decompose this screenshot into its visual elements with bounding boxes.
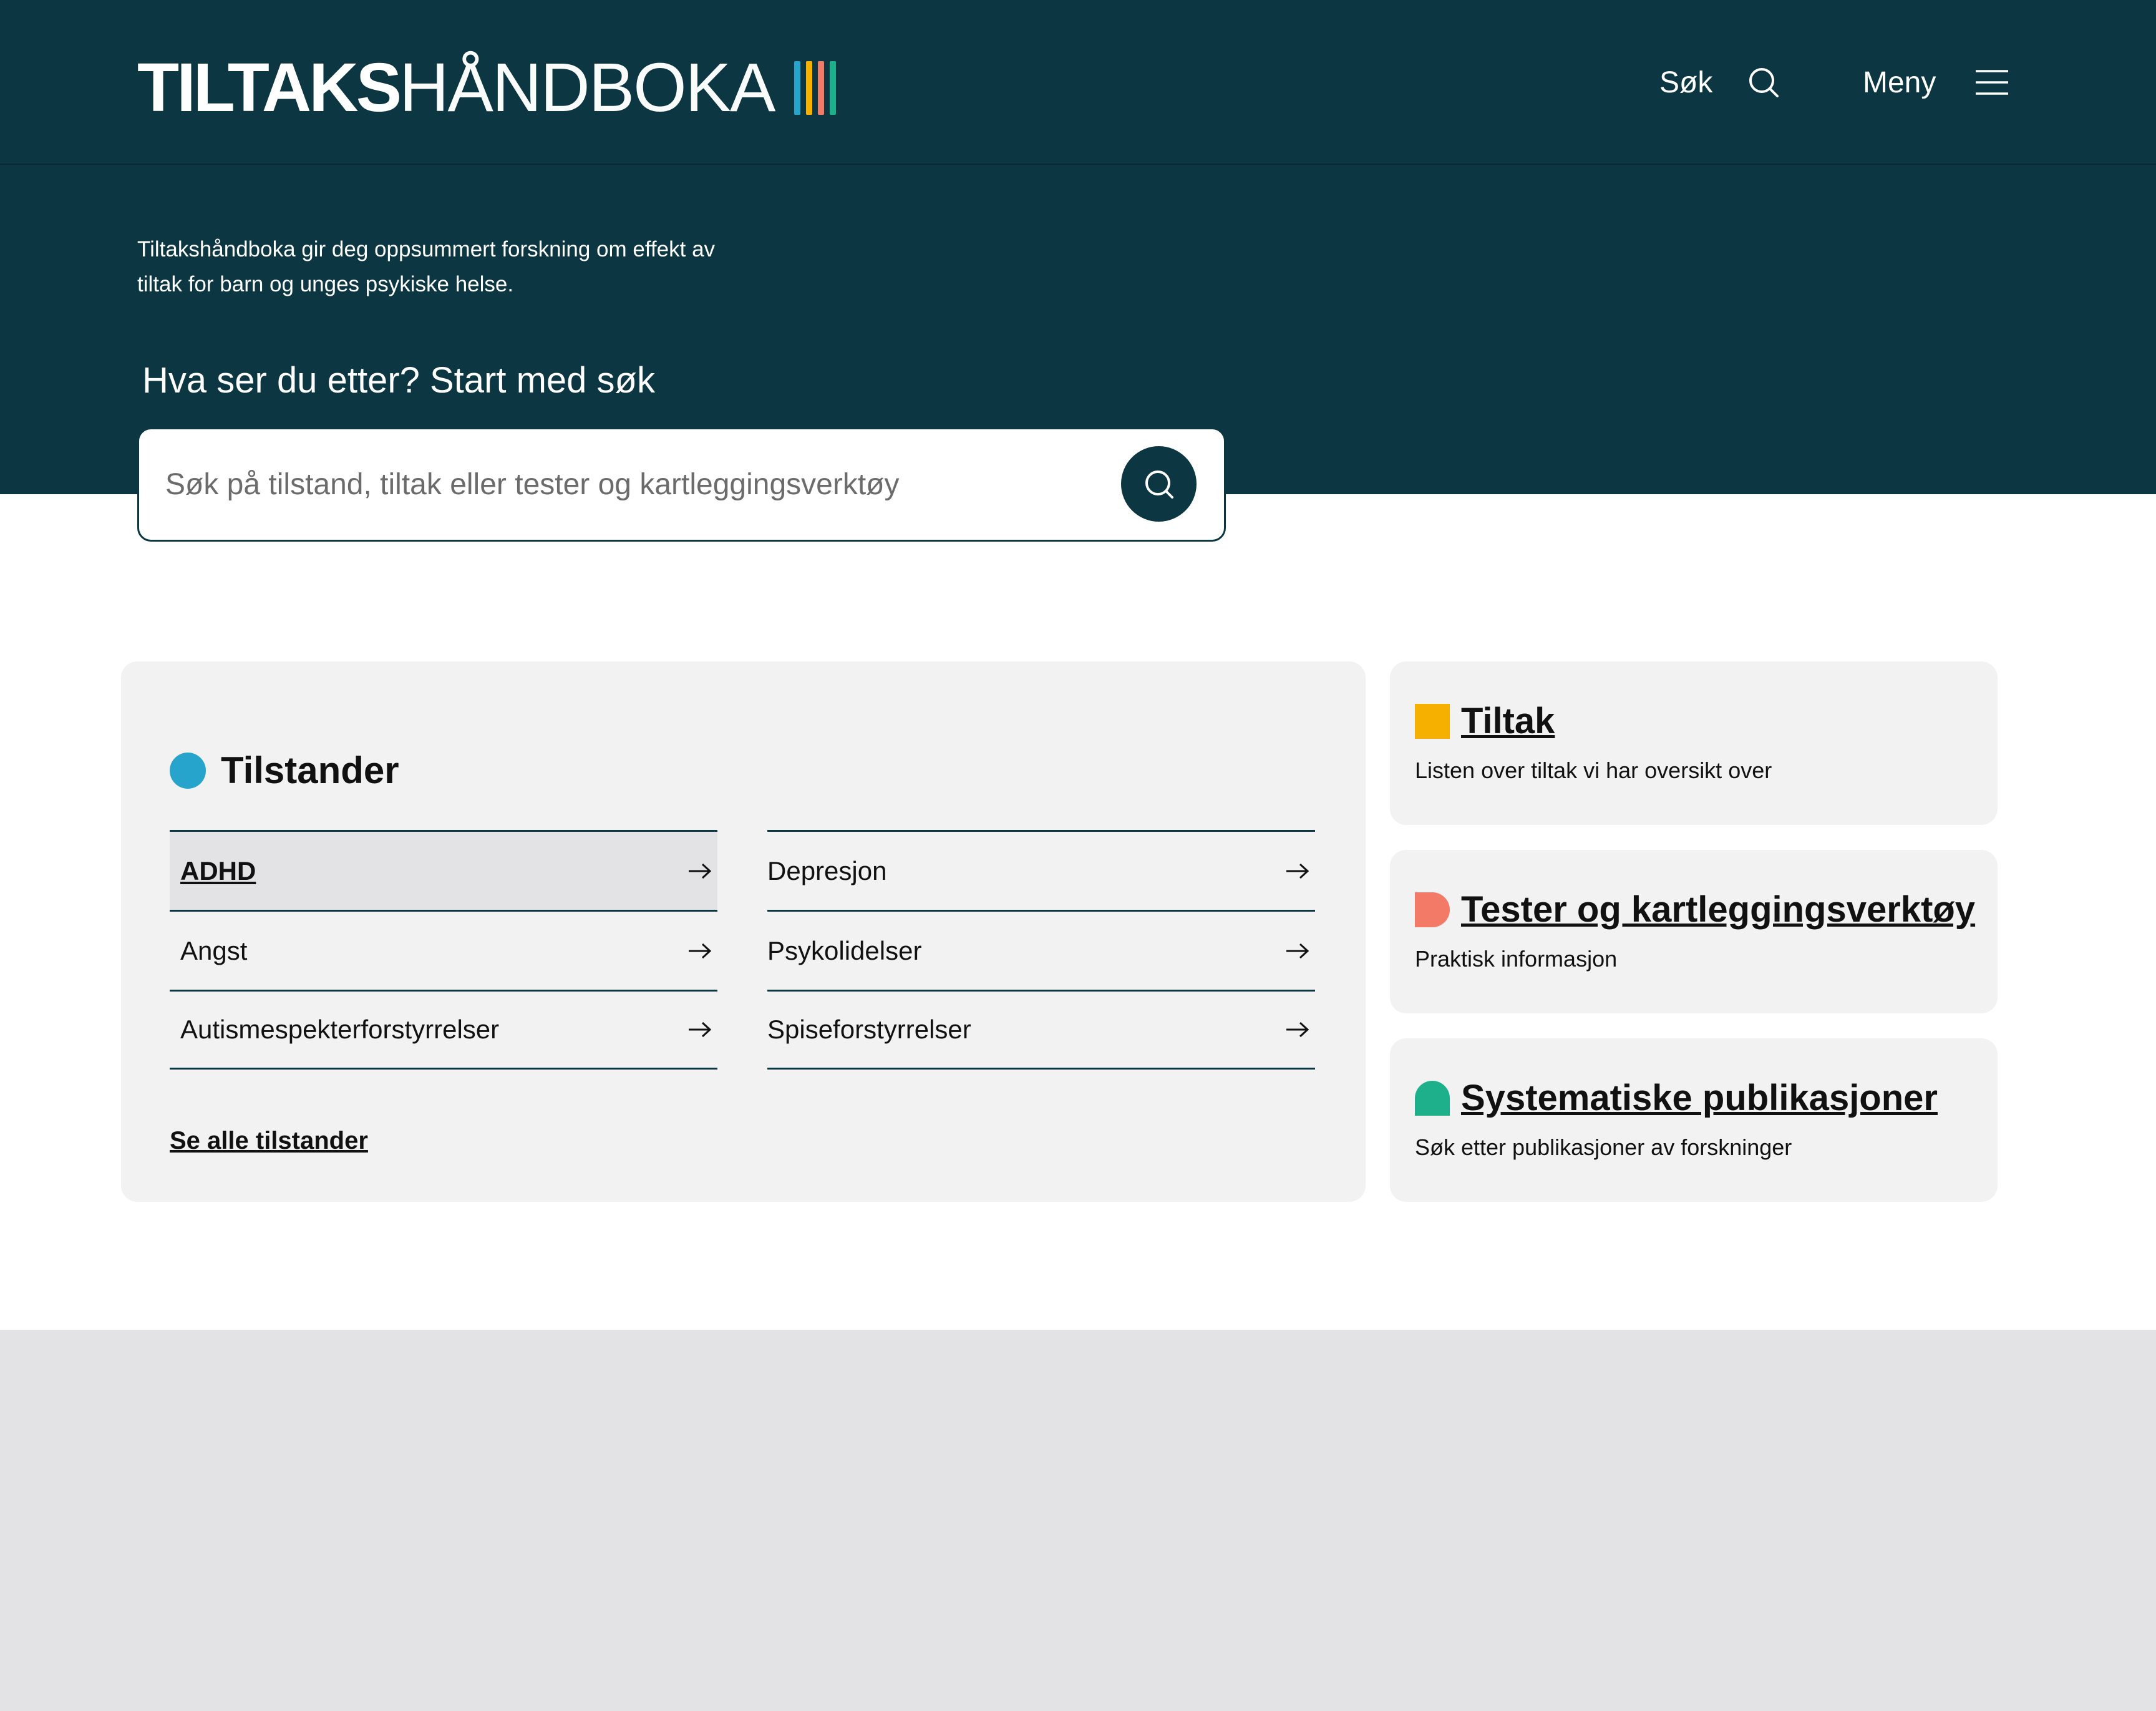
card-title-link[interactable]: Tester og kartleggingsverktøy [1461, 889, 1975, 930]
condition-label: Depresjon [767, 856, 887, 885]
card-publikasjoner: Systematiske publikasjoner Søk etter pub… [1390, 1038, 1998, 1202]
card-description: Søk etter publikasjoner av forskninger [1415, 1134, 1792, 1160]
condition-link-spiseforstyrrelser[interactable]: Spiseforstyrrelser [767, 990, 1315, 1070]
card-description: Listen over tiltak vi har oversikt over [1415, 758, 1772, 783]
card-tiltak: Tiltak Listen over tiltak vi har oversik… [1390, 661, 1998, 825]
condition-label: Angst [180, 935, 248, 965]
conditions-title: Tilstander [221, 749, 399, 791]
arrow-right-icon [689, 863, 712, 879]
header-search-button[interactable]: Søk [1659, 57, 1780, 107]
site-logo[interactable]: TILTAKS HÅNDBOKA [137, 49, 837, 126]
arrow-right-icon [689, 1021, 712, 1038]
header-menu-button[interactable]: Meny [1863, 57, 2009, 107]
conditions-heading: Tilstander [170, 749, 399, 792]
arrow-right-icon [689, 943, 712, 958]
arrow-right-icon [1286, 1021, 1309, 1038]
card-description: Praktisk informasjon [1415, 946, 1618, 972]
logo-bars-icon [794, 61, 837, 115]
search-heading: Hva ser du etter? Start med søk [142, 360, 655, 401]
site-header: TILTAKS HÅNDBOKA Søk Meny [0, 0, 2156, 165]
card-tester: Tester og kartleggingsverktøy Praktisk i… [1390, 850, 1998, 1013]
see-all-conditions-link[interactable]: Se alle tilstander [170, 1127, 368, 1155]
header-search-label: Søk [1659, 66, 1713, 99]
search-box [137, 427, 1226, 542]
condition-link-depresjon[interactable]: Depresjon [767, 830, 1315, 910]
card-heading: Tiltak [1415, 700, 1555, 742]
condition-label: Psykolidelser [767, 935, 922, 965]
search-input[interactable] [165, 429, 1101, 540]
half-round-icon [1415, 892, 1450, 927]
condition-link-psykolidelser[interactable]: Psykolidelser [767, 910, 1315, 990]
search-submit-button[interactable] [1121, 446, 1197, 522]
condition-label: Autismespekterforstyrrelser [180, 1015, 500, 1044]
condition-link-autism[interactable]: Autismespekterforstyrrelser [170, 990, 717, 1070]
hamburger-menu-icon [1976, 70, 2009, 95]
circle-icon [170, 752, 206, 789]
logo-text-thin: HÅNDBOKA [399, 49, 775, 126]
conditions-list-left: ADHD Angst Autismespekterforstyrrelser [170, 830, 717, 1070]
search-icon [1749, 68, 1779, 97]
square-icon [1415, 703, 1450, 739]
card-heading: Systematiske publikasjoner [1415, 1077, 1938, 1119]
conditions-panel: Tilstander ADHD Angst Autismespekterfors… [121, 661, 1366, 1202]
condition-link-adhd[interactable]: ADHD [170, 830, 717, 910]
search-icon [1145, 470, 1173, 499]
arrow-right-icon [1286, 943, 1309, 958]
card-title-link[interactable]: Systematiske publikasjoner [1461, 1077, 1938, 1119]
condition-label: ADHD [180, 856, 256, 885]
arch-icon [1415, 1080, 1450, 1116]
logo-text-bold: TILTAKS [137, 49, 402, 126]
card-heading: Tester og kartleggingsverktøy [1415, 889, 1975, 930]
conditions-list-right: Depresjon Psykolidelser Spiseforstyrrels… [767, 830, 1315, 1070]
header-menu-label: Meny [1863, 66, 1936, 99]
condition-label: Spiseforstyrrelser [767, 1015, 971, 1044]
arrow-right-icon [1286, 863, 1309, 879]
condition-link-angst[interactable]: Angst [170, 910, 717, 990]
intro-text: Tiltakshåndboka gir deg oppsummert forsk… [137, 237, 716, 296]
card-title-link[interactable]: Tiltak [1461, 700, 1555, 742]
site-footer [0, 1330, 2156, 1711]
